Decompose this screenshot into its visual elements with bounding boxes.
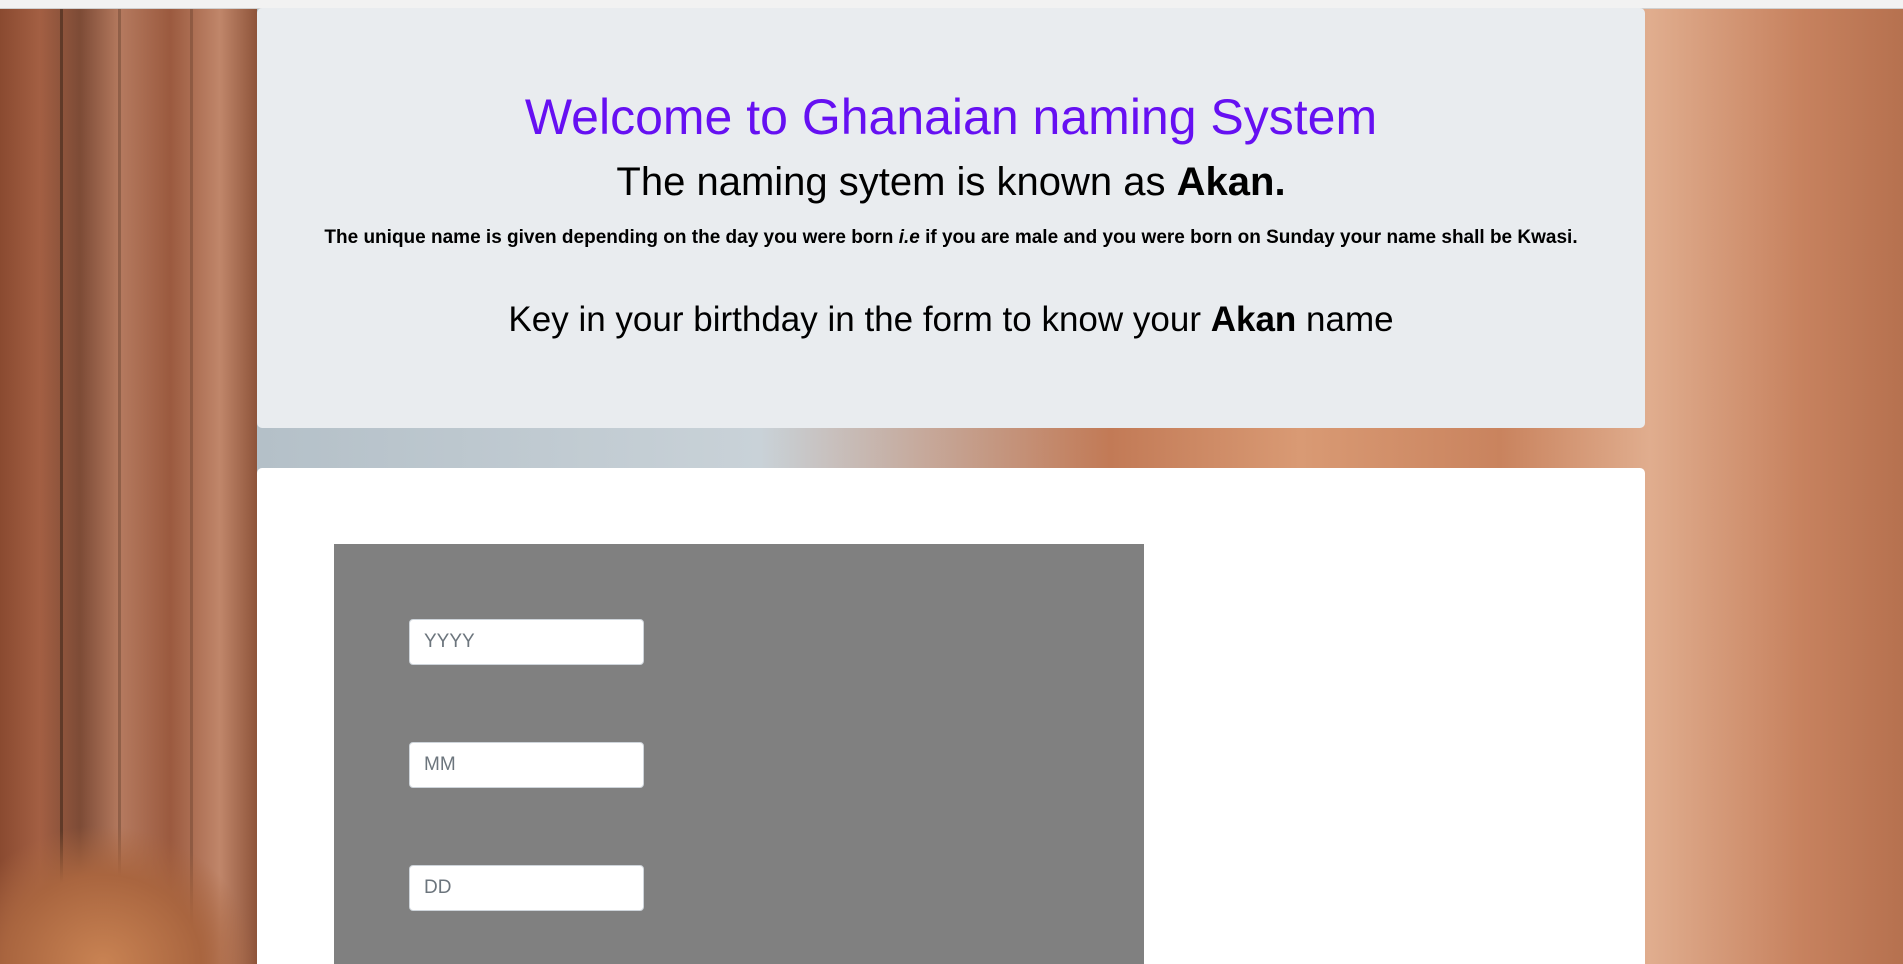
subtitle-akan-bold: Akan. (1176, 160, 1286, 204)
month-input[interactable] (409, 742, 644, 788)
form-card (257, 468, 1645, 964)
instruction-text-1: Key in your birthday in the form to know… (508, 300, 1211, 339)
intro-jumbotron: Welcome to Ghanaian naming System The na… (257, 8, 1645, 428)
background-lioness-paw (0, 824, 257, 964)
naming-system-subtitle: The naming sytem is known as Akan. (257, 158, 1645, 206)
background-wood-crack (190, 0, 193, 964)
page-title: Welcome to Ghanaian naming System (524, 89, 1378, 145)
subtitle-text: The naming sytem is known as (616, 160, 1177, 204)
background-wood-crack (60, 0, 63, 964)
page-background: Welcome to Ghanaian naming System The na… (0, 0, 1903, 964)
day-input[interactable] (409, 865, 644, 911)
description-ie-italic: i.e (898, 227, 920, 248)
description-text-2: if you are male and you were born on Sun… (919, 227, 1578, 248)
birthday-form (334, 544, 1144, 964)
instruction-text-2: name (1296, 300, 1394, 339)
description-text-1: The unique name is given depending on th… (324, 227, 899, 248)
form-instruction: Key in your birthday in the form to know… (257, 299, 1645, 341)
background-wood-crack (118, 0, 121, 964)
year-input[interactable] (409, 619, 644, 665)
instruction-akan-bold: Akan (1210, 300, 1297, 339)
naming-description: The unique name is given depending on th… (317, 223, 1585, 253)
